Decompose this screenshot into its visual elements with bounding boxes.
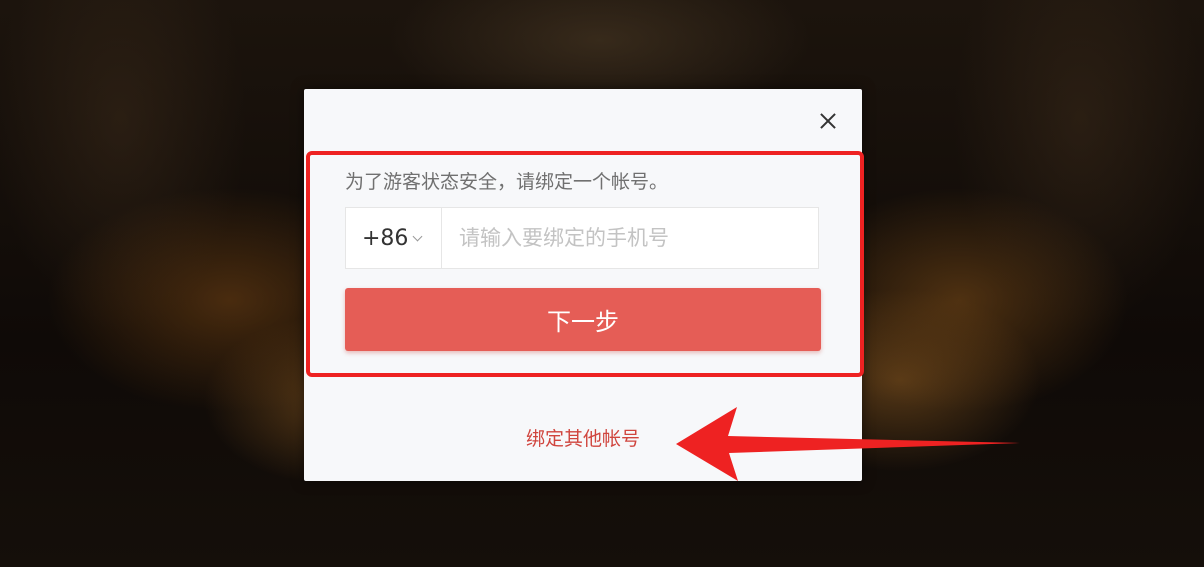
chevron-down-icon	[412, 231, 423, 241]
country-code-select[interactable]: +86	[346, 208, 442, 268]
next-step-button[interactable]: 下一步	[345, 288, 821, 351]
phone-field-group: +86	[345, 207, 819, 269]
security-hint: 为了游客状态安全，请绑定一个帐号。	[345, 171, 669, 193]
bind-account-dialog: 为了游客状态安全，请绑定一个帐号。 +86 下一步 绑定其他帐号	[304, 89, 862, 481]
country-code-value: +86	[362, 225, 409, 251]
bind-other-account-link[interactable]: 绑定其他帐号	[304, 424, 862, 451]
phone-input[interactable]	[442, 207, 818, 269]
close-icon[interactable]	[816, 109, 840, 133]
